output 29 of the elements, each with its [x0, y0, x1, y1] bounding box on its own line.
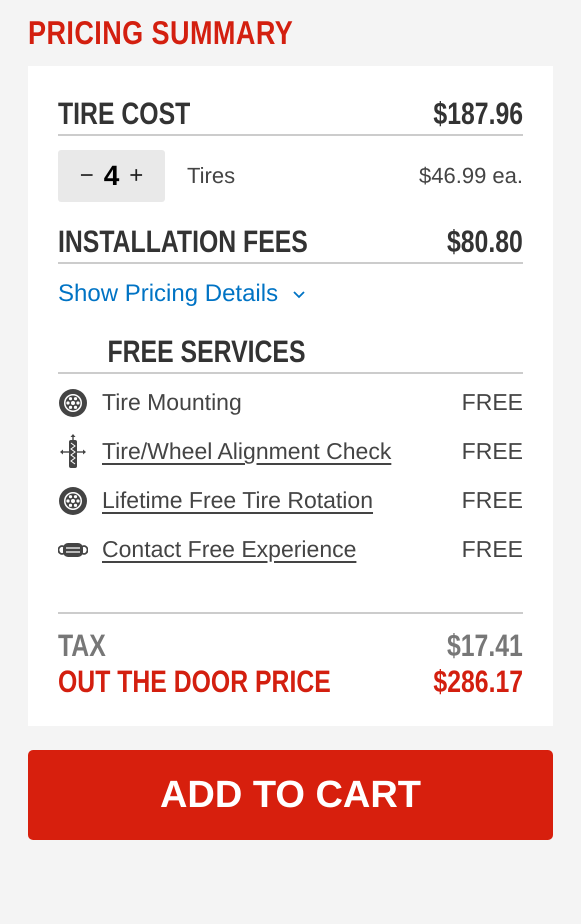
- tax-label: TAX: [58, 628, 106, 664]
- pricing-details-link[interactable]: Show Pricing Details: [58, 280, 306, 308]
- section-title: PRICING SUMMARY: [28, 14, 294, 52]
- tire-cost-label: TIRE COST: [58, 96, 190, 132]
- installation-amount: $80.80: [447, 224, 523, 260]
- service-link[interactable]: Contact Free Experience: [102, 536, 356, 563]
- service-name: Tire Mounting: [102, 389, 242, 416]
- decrease-button[interactable]: −: [78, 162, 96, 190]
- tax-amount: $17.41: [447, 628, 523, 664]
- service-price: FREE: [462, 536, 523, 563]
- service-price: FREE: [462, 487, 523, 514]
- chevron-icon: [292, 290, 306, 298]
- increase-button[interactable]: +: [127, 162, 146, 190]
- free-services-heading: FREE SERVICES: [108, 334, 306, 370]
- quantity-value: 4: [104, 160, 120, 192]
- service-link[interactable]: Lifetime Free Tire Rotation: [102, 487, 374, 514]
- tire-cost-amount: $187.96: [433, 96, 523, 132]
- wheel-icon: [58, 388, 88, 418]
- installation-label: INSTALLATION FEES: [58, 224, 308, 260]
- unit-price: $46.99 ea.: [419, 163, 523, 189]
- service-link[interactable]: Tire/Wheel Alignment Check: [102, 438, 392, 465]
- add-to-cart-button[interactable]: ADD TO CART: [28, 750, 553, 840]
- total-amount: $286.17: [433, 664, 523, 700]
- total-label: OUT THE DOOR PRICE: [58, 664, 331, 700]
- quantity-unit: Tires: [187, 163, 236, 189]
- wheel-icon: [58, 486, 88, 516]
- service-price: FREE: [462, 438, 523, 465]
- tire-arrows-icon: [58, 434, 88, 470]
- service-price: FREE: [462, 389, 523, 416]
